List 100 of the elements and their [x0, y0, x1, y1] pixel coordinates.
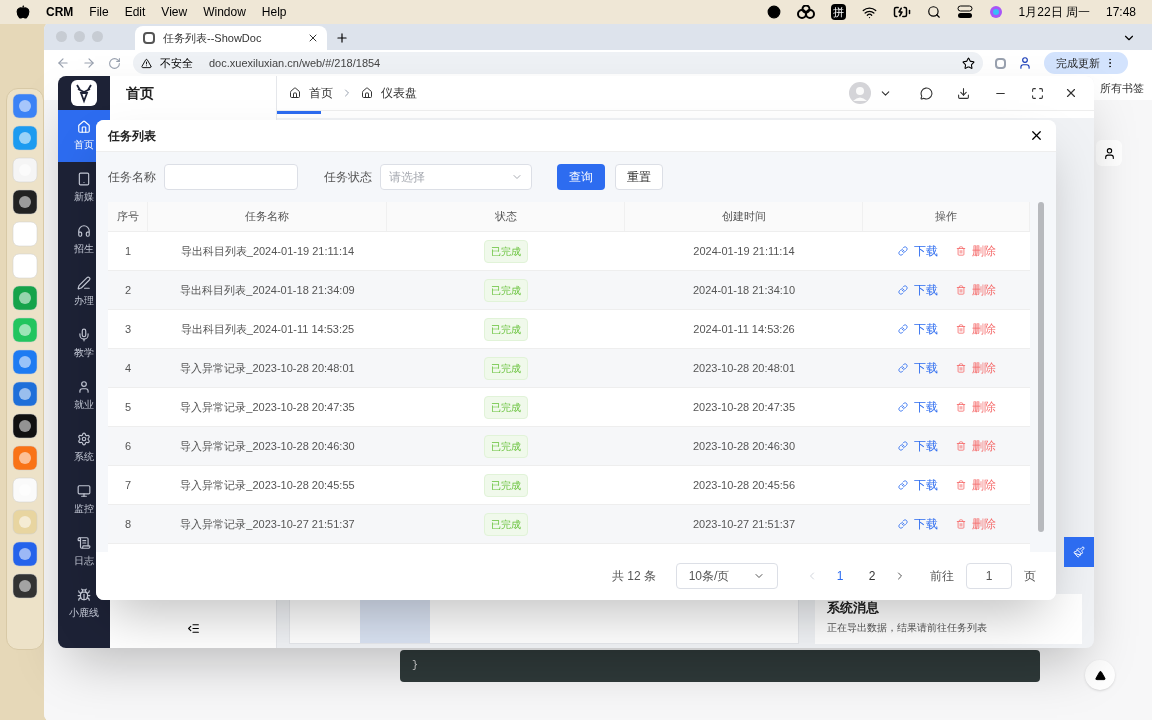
- reload-icon[interactable]: [108, 56, 121, 70]
- maximize-icon[interactable]: [1031, 86, 1044, 100]
- deer-logo-icon: [71, 80, 97, 106]
- table-cell-text: 8: [123, 516, 133, 532]
- page-number[interactable]: 1: [830, 567, 850, 585]
- input-method-indicator[interactable]: 拼: [830, 3, 846, 21]
- app-name[interactable]: CRM: [46, 3, 74, 21]
- menu-item[interactable]: View: [161, 3, 188, 21]
- download-link[interactable]: 下载: [897, 359, 938, 377]
- page-size-select[interactable]: 10条/页: [676, 563, 778, 589]
- menu-item[interactable]: Help: [261, 3, 287, 21]
- table-cell-text: 2023-10-28 20:46:30: [691, 438, 797, 454]
- home-icon: [77, 120, 91, 134]
- microphone-icon: [77, 328, 91, 342]
- apple-icon[interactable]: [16, 5, 30, 19]
- trash-icon: [955, 246, 966, 256]
- user-icon: [1102, 146, 1116, 160]
- scrollbar[interactable]: [1038, 202, 1044, 532]
- app-icon[interactable]: [12, 413, 38, 439]
- nav-item[interactable]: 小鹿线: [58, 578, 110, 630]
- record-icon[interactable]: [766, 5, 781, 19]
- bug-icon: [77, 588, 91, 602]
- task-name-field[interactable]: [164, 164, 298, 190]
- collapse-menu-icon[interactable]: [186, 621, 200, 635]
- link-icon: [897, 363, 908, 373]
- download-link[interactable]: 下载: [897, 476, 938, 494]
- download-link[interactable]: 下载: [897, 398, 938, 416]
- user-button[interactable]: [1096, 140, 1122, 166]
- download-icon[interactable]: [957, 86, 970, 100]
- table-cell-text: 2023-10-27 21:51:37: [691, 516, 797, 532]
- table-cell-text: 导入异常记录_2023-10-28 20:45:55: [179, 477, 356, 493]
- table-cell-text: 导出科目列表_2024-01-19 21:11:14: [179, 243, 356, 259]
- column-header: 状态: [387, 202, 625, 231]
- settings-icon: [77, 432, 91, 446]
- new-tab-icon[interactable]: [335, 31, 349, 45]
- chat-icon[interactable]: [920, 86, 933, 100]
- trash-icon: [955, 480, 966, 490]
- trash-icon: [955, 363, 966, 373]
- scroll-top-button[interactable]: [1085, 660, 1115, 690]
- close-icon[interactable]: [307, 32, 319, 44]
- link-icon: [897, 324, 908, 334]
- page-input[interactable]: 1: [966, 563, 1012, 589]
- table-cell-text: 5: [123, 399, 133, 415]
- bookmarks-folder[interactable]: 所有书签: [1100, 79, 1144, 97]
- table-cell-text: 2024-01-18 21:34:10: [691, 282, 797, 298]
- active-tab-indicator: [277, 111, 321, 114]
- control-center-icon[interactable]: [956, 5, 973, 19]
- pen-icon: [77, 276, 91, 290]
- caret-up-icon: [1094, 669, 1106, 681]
- close-icon[interactable]: [1029, 128, 1044, 143]
- table-cell-text: 导入异常记录_2023-10-28 20:48:01: [179, 360, 356, 376]
- menu-item[interactable]: Window: [203, 3, 246, 21]
- profile-icon[interactable]: [1018, 56, 1032, 70]
- close-icon[interactable]: [1064, 86, 1078, 100]
- cloud-icon[interactable]: [796, 5, 815, 19]
- log-icon: [77, 536, 91, 550]
- page-number[interactable]: 2: [862, 567, 882, 585]
- download-link[interactable]: 下载: [897, 515, 938, 533]
- table-cell-text: 2024-01-19 21:11:14: [692, 243, 796, 259]
- brush-icon: [1073, 546, 1085, 558]
- back-icon[interactable]: [56, 56, 70, 70]
- app-icon[interactable]: [12, 573, 38, 599]
- update-button[interactable]: 完成更新: [1044, 52, 1128, 74]
- side-float-button[interactable]: [1064, 537, 1094, 567]
- download-link[interactable]: 下载: [897, 281, 938, 299]
- status-tag: 已完成: [484, 317, 528, 341]
- message-text: 正在导出数据，结果请前往任务列表: [827, 620, 988, 635]
- table-cell-text: 6: [123, 438, 133, 454]
- menu-item[interactable]: Edit: [124, 3, 146, 21]
- wifi-icon[interactable]: [861, 4, 877, 20]
- breadcrumb-link[interactable]: 仪表盘: [381, 84, 417, 102]
- menu-bar-date[interactable]: 1月22日 周一: [1018, 3, 1090, 21]
- trash-icon: [955, 519, 966, 529]
- security-label: 不安全: [160, 55, 194, 71]
- status-tag: 已完成: [484, 473, 528, 497]
- app-icon[interactable]: [12, 189, 38, 215]
- breadcrumb-link[interactable]: 首页: [309, 84, 333, 102]
- bookmark-star-icon[interactable]: [962, 56, 975, 70]
- table-cell-text: 2: [123, 282, 133, 298]
- panel-title: 首页: [126, 83, 154, 103]
- forward-icon[interactable]: [82, 56, 96, 70]
- column-header: 任务名称: [148, 202, 387, 231]
- download-link[interactable]: 下载: [897, 320, 938, 338]
- search-icon[interactable]: [926, 5, 941, 19]
- reset-button[interactable]: 重置: [615, 164, 663, 190]
- download-link[interactable]: 下载: [897, 242, 938, 260]
- table-cell-text: 导入异常记录_2023-10-28 20:47:35: [179, 399, 356, 415]
- url-text: doc.xuexiluxian.cn/web/#/218/1854: [209, 55, 382, 71]
- assistant-icon[interactable]: [988, 5, 1003, 19]
- menu-bar-time[interactable]: 17:48: [1105, 3, 1136, 21]
- link-icon: [897, 480, 908, 490]
- address-bar[interactable]: 不安全 doc.xuexiluxian.cn/web/#/218/1854: [133, 52, 983, 74]
- sidebar-toggle-icon[interactable]: [995, 57, 1006, 69]
- code-text: }: [412, 659, 419, 673]
- menu-item[interactable]: File: [89, 3, 109, 21]
- browser-tab[interactable]: 任务列表--ShowDoc: [135, 26, 327, 50]
- table-cell-text: 2023-10-28 20:47:35: [691, 399, 797, 415]
- headset-icon: [77, 224, 91, 238]
- download-link[interactable]: 下载: [897, 437, 938, 455]
- search-button[interactable]: 查询: [557, 164, 605, 190]
